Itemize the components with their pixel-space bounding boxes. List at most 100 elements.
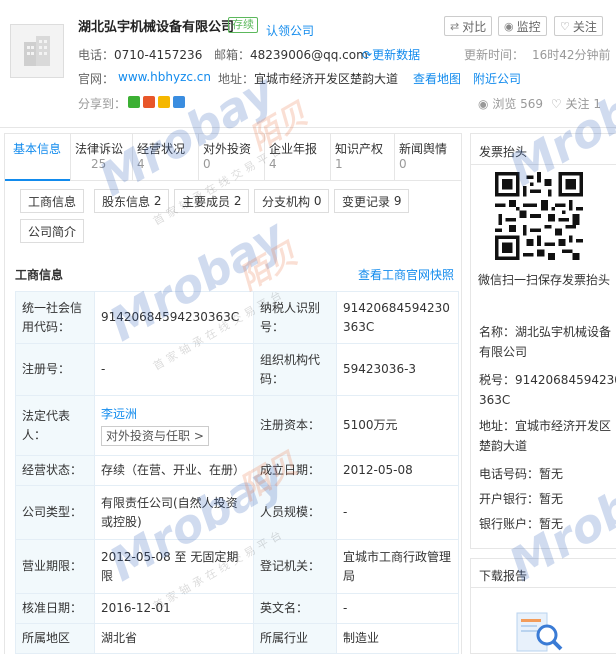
eye-icon: ◉	[504, 19, 514, 33]
table-row: 经营状态： 存续（在营、开业、在册） 成立日期： 2012-05-08	[15, 455, 459, 486]
company-type-label: 公司类型：	[15, 485, 95, 540]
company-header: 湖北弘宇机械设备有限公司 存续 认领公司 ⇄ 对比 ◉ 监控 ♡ 关注 电话：0710…	[0, 0, 616, 128]
claim-company-link[interactable]: 认领公司	[266, 22, 314, 39]
compare-button[interactable]: ⇄ 对比	[444, 16, 493, 36]
business-term-label: 营业期限：	[15, 539, 95, 594]
invoice-phone: 电话号码：暂无	[479, 467, 564, 481]
tab-news[interactable]: 新闻舆情 0	[395, 134, 461, 180]
main-tabs: 基本信息 法律诉讼 25 经营状况 4 对外投资 0 企业年报 4 知识产权 1 …	[4, 133, 462, 181]
table-row: 营业期限： 2012-05-08 至 无固定期限 登记机关： 宜城市工商行政管理…	[15, 539, 459, 594]
tab-ip[interactable]: 知识产权 1	[331, 134, 395, 180]
table-row: 所属地区 湖北省 所属行业 制造业	[15, 623, 459, 654]
credit-code-label: 统一社会信用代码：	[15, 291, 95, 344]
phone-row: 电话：0710-4157236	[78, 48, 203, 62]
subtab-changes[interactable]: 变更记录 9	[334, 189, 410, 213]
email-row: 邮箱：48239006@qq.com	[214, 48, 368, 62]
tab-legal[interactable]: 法律诉讼 25	[71, 134, 133, 180]
subtab-shareholders[interactable]: 股东信息 2	[94, 189, 170, 213]
invoice-address: 地址：宜城市经济开发区楚韵大道	[479, 419, 612, 453]
heart-icon: ♡	[560, 19, 570, 33]
subtab-members[interactable]: 主要成员 2	[174, 189, 250, 213]
invoice-tax-number: 税号：91420684594230363C	[479, 373, 616, 407]
update-data-link[interactable]: ⟳更新数据	[362, 46, 420, 63]
qzone-share-icon[interactable]	[158, 96, 170, 108]
staff-size-value: -	[336, 485, 459, 540]
operating-status-value: 存续（在营、开业、在册）	[94, 455, 254, 486]
invoice-account: 银行账户：暂无	[479, 517, 564, 531]
report-search-icon[interactable]	[511, 609, 567, 654]
registration-authority-value: 宜城市工商行政管理局	[336, 539, 459, 594]
share-icons	[128, 96, 185, 108]
official-snapshot-link[interactable]: 查看工商官网快照	[358, 266, 454, 283]
english-name-value: -	[336, 593, 459, 624]
invoice-name: 名称：湖北弘宇机械设备有限公司	[479, 325, 612, 359]
credit-code-value: 91420684594230363C	[94, 291, 254, 344]
table-row: 法定代表人： 李远洲 对外投资与任职 > 注册资本： 5100万元	[15, 395, 459, 456]
invoice-title: 发票抬头	[479, 145, 528, 159]
status-badge: 存续	[228, 17, 258, 33]
sub-tabs: 工商信息 股东信息 2 主要成员 2 分支机构 0 变更记录 9 公司简介	[4, 181, 462, 251]
monitor-button[interactable]: ◉ 监控	[498, 16, 547, 36]
operating-status-label: 经营状态：	[15, 455, 95, 486]
tab-operation[interactable]: 经营状况 4	[133, 134, 199, 180]
approval-date-label: 核准日期：	[15, 593, 95, 624]
address-value: 宜城市经济开发区楚韵大道	[254, 72, 399, 86]
qr-code	[495, 172, 583, 260]
industry-label: 所属行业	[253, 623, 337, 654]
share-label: 分享到：	[78, 97, 127, 111]
tab-basic-info[interactable]: 基本信息	[5, 134, 71, 181]
view-map-link[interactable]: 查看地图	[413, 70, 461, 87]
company-logo	[10, 24, 64, 78]
industry-value: 制造业	[336, 623, 459, 654]
reg-number-value: -	[94, 343, 254, 396]
investment-positions-button[interactable]: 对外投资与任职 >	[101, 426, 209, 446]
tab-investment[interactable]: 对外投资 0	[199, 134, 265, 180]
update-time-row: 更新时间： 16时42分钟前	[464, 48, 611, 62]
website-row: 官网：	[78, 72, 115, 86]
phone-value: 0710-4157236	[114, 48, 203, 62]
section-title: 工商信息	[15, 268, 64, 282]
legal-rep-label: 法定代表人：	[15, 395, 95, 456]
staff-size-label: 人员规模：	[253, 485, 337, 540]
table-row: 统一社会信用代码： 91420684594230363C 纳税人识别号： 914…	[15, 291, 459, 344]
weibo-share-icon[interactable]	[143, 96, 155, 108]
subtab-branches[interactable]: 分支机构 0	[254, 189, 330, 213]
tab-annual-report[interactable]: 企业年报 4	[265, 134, 331, 180]
email-value: 48239006@qq.com	[250, 48, 368, 62]
building-icon	[24, 36, 50, 66]
qq-share-icon[interactable]	[173, 96, 185, 108]
address-row: 地址：宜城市经济开发区楚韵大道	[218, 72, 399, 86]
follow-heart-icon: ♡	[550, 97, 562, 111]
subtab-profile[interactable]: 公司简介	[20, 219, 85, 243]
reg-capital-label: 注册资本：	[253, 395, 337, 456]
qr-caption: 微信扫一扫保存发票抬头	[477, 273, 610, 287]
taxpayer-id-value: 91420684594230363C	[336, 291, 459, 344]
founded-date-label: 成立日期：	[253, 455, 337, 486]
refresh-icon: ⟳	[362, 48, 373, 62]
views-row: ◉ 浏览 569 ♡ 关注 1	[478, 97, 601, 111]
wechat-share-icon[interactable]	[128, 96, 140, 108]
invoice-bank: 开户银行：暂无	[479, 492, 564, 506]
table-row: 公司类型： 有限责任公司(自然人投资或控股) 人员规模： -	[15, 485, 459, 540]
compare-icon: ⇄	[450, 19, 460, 33]
business-info-table: 统一社会信用代码： 91420684594230363C 纳税人识别号： 914…	[15, 291, 459, 654]
company-type-value: 有限责任公司(自然人投资或控股)	[94, 485, 254, 540]
taxpayer-id-label: 纳税人识别号：	[253, 291, 337, 344]
founded-date-value: 2012-05-08	[336, 455, 459, 486]
registration-authority-label: 登记机关：	[253, 539, 337, 594]
region-label: 所属地区	[15, 623, 95, 654]
download-title: 下载报告	[479, 569, 528, 583]
website-link[interactable]: www.hbhyzc.cn	[118, 70, 211, 84]
nearby-companies-link[interactable]: 附近公司	[473, 70, 521, 87]
subtab-business-info[interactable]: 工商信息	[20, 189, 85, 213]
follow-button[interactable]: ♡ 关注	[554, 16, 603, 36]
reg-capital-value: 5100万元	[336, 395, 459, 456]
org-code-value: 59423036-3	[336, 343, 459, 396]
company-name: 湖北弘宇机械设备有限公司	[78, 20, 235, 35]
invoice-panel: 发票抬头 微信扫一扫保存发票抬头 名称：湖北弘宇机械设备有限公司 税号：9142…	[470, 133, 616, 549]
legal-rep-link[interactable]: 李远洲	[101, 407, 137, 421]
table-row: 注册号： - 组织机构代码： 59423036-3	[15, 343, 459, 396]
english-name-label: 英文名：	[253, 593, 337, 624]
download-report-panel: 下载报告	[470, 558, 616, 654]
views-eye-icon: ◉	[478, 97, 489, 111]
